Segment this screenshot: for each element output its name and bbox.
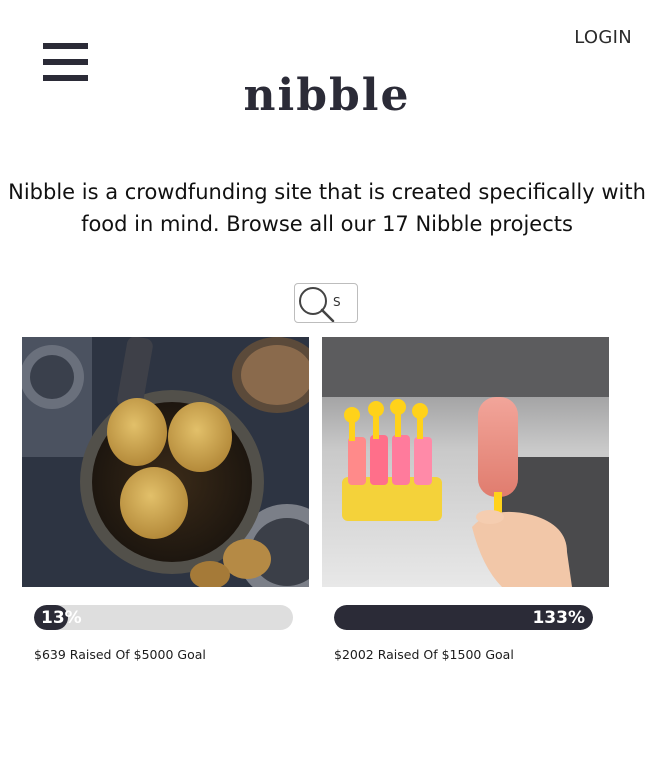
progress-bar: 133%: [334, 605, 593, 630]
project-card[interactable]: 133% $2002 Raised Of $1500 Goal: [322, 337, 609, 662]
menu-bar: [43, 59, 88, 65]
intro-text: Nibble is a crowdfunding site that is cr…: [8, 180, 646, 236]
raised-amount: $639 Raised Of $5000 Goal: [34, 647, 206, 662]
logo[interactable]: nibble: [0, 70, 654, 121]
search-input[interactable]: [333, 291, 355, 313]
raised-amount: $2002 Raised Of $1500 Goal: [334, 647, 514, 662]
project-card[interactable]: 13% $639 Raised Of $5000 Goal: [22, 337, 309, 662]
project-image[interactable]: [322, 337, 609, 587]
progress-percent: 133%: [532, 608, 585, 628]
progress-bar: 13%: [34, 605, 293, 630]
project-image[interactable]: [22, 337, 309, 587]
menu-bar: [43, 43, 88, 49]
progress-percent: 13%: [41, 608, 82, 628]
login-link[interactable]: LOGIN: [574, 27, 632, 48]
search-icon[interactable]: [296, 285, 336, 323]
search-box[interactable]: [294, 283, 358, 323]
